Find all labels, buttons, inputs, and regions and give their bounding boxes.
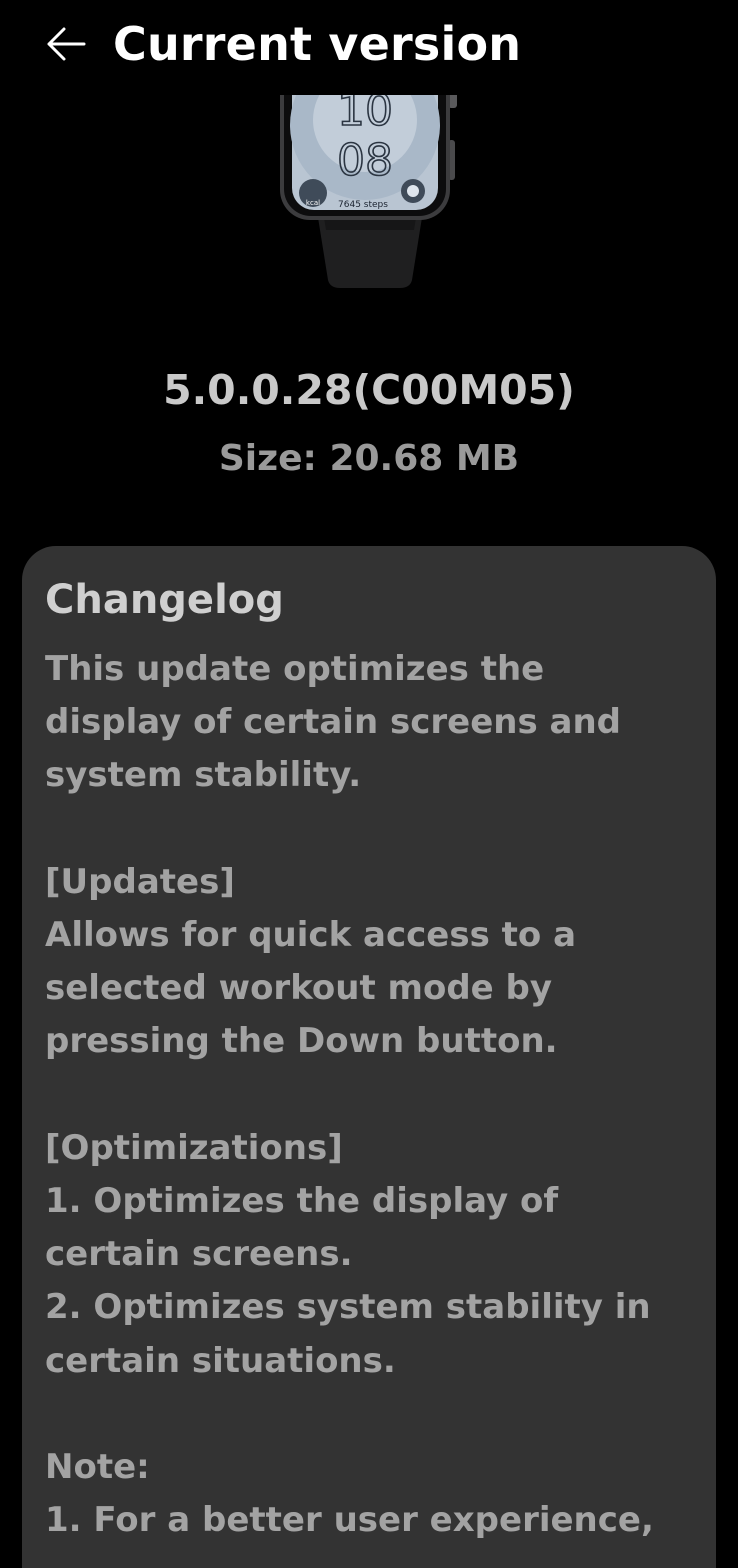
page-title: Current version: [113, 17, 522, 71]
changelog-spacer: [45, 803, 705, 856]
back-arrow-icon: [47, 27, 86, 61]
screen: 10 08 kcal 7645 steps Current version 5.…: [0, 0, 738, 1568]
changelog-line: This update optimizes the: [45, 649, 545, 689]
changelog-body: This update optimizes the display of cer…: [45, 643, 705, 1547]
changelog-card: Changelog This update optimizes the disp…: [22, 546, 716, 1568]
back-button[interactable]: [36, 14, 96, 74]
changelog-section-updates: [Updates]: [45, 861, 235, 902]
firmware-version: 5.0.0.28(C00M05): [163, 366, 575, 414]
changelog-line: 1. For a better user experience,: [45, 1500, 654, 1541]
watch-kcal-label: kcal: [306, 199, 320, 207]
changelog-line: selected workout mode by: [45, 968, 553, 1009]
changelog-line: 1. Optimizes the display of: [45, 1181, 559, 1221]
changelog-line: certain screens.: [45, 1234, 353, 1275]
changelog-line: certain situations.: [45, 1340, 396, 1381]
changelog-line: pressing the Down button.: [45, 1021, 558, 1062]
app-bar: Current version: [0, 0, 738, 95]
changelog-section-note: Note:: [45, 1447, 150, 1487]
watch-steps-label: 7645 steps: [338, 200, 388, 210]
changelog-line: Allows for quick access to a: [45, 915, 577, 955]
changelog-line: system stability.: [45, 755, 362, 796]
watch-minute-digits: 08: [337, 135, 393, 186]
changelog-line: display of certain screens and: [45, 702, 622, 743]
changelog-spacer: [45, 1069, 705, 1122]
changelog-line: 2. Optimizes system stability in: [45, 1287, 651, 1328]
changelog-title: Changelog: [45, 577, 284, 623]
firmware-size: Size: 20.68 MB: [218, 438, 520, 479]
changelog-section-optimizations: [Optimizations]: [45, 1127, 343, 1168]
changelog-spacer: [45, 1388, 705, 1441]
